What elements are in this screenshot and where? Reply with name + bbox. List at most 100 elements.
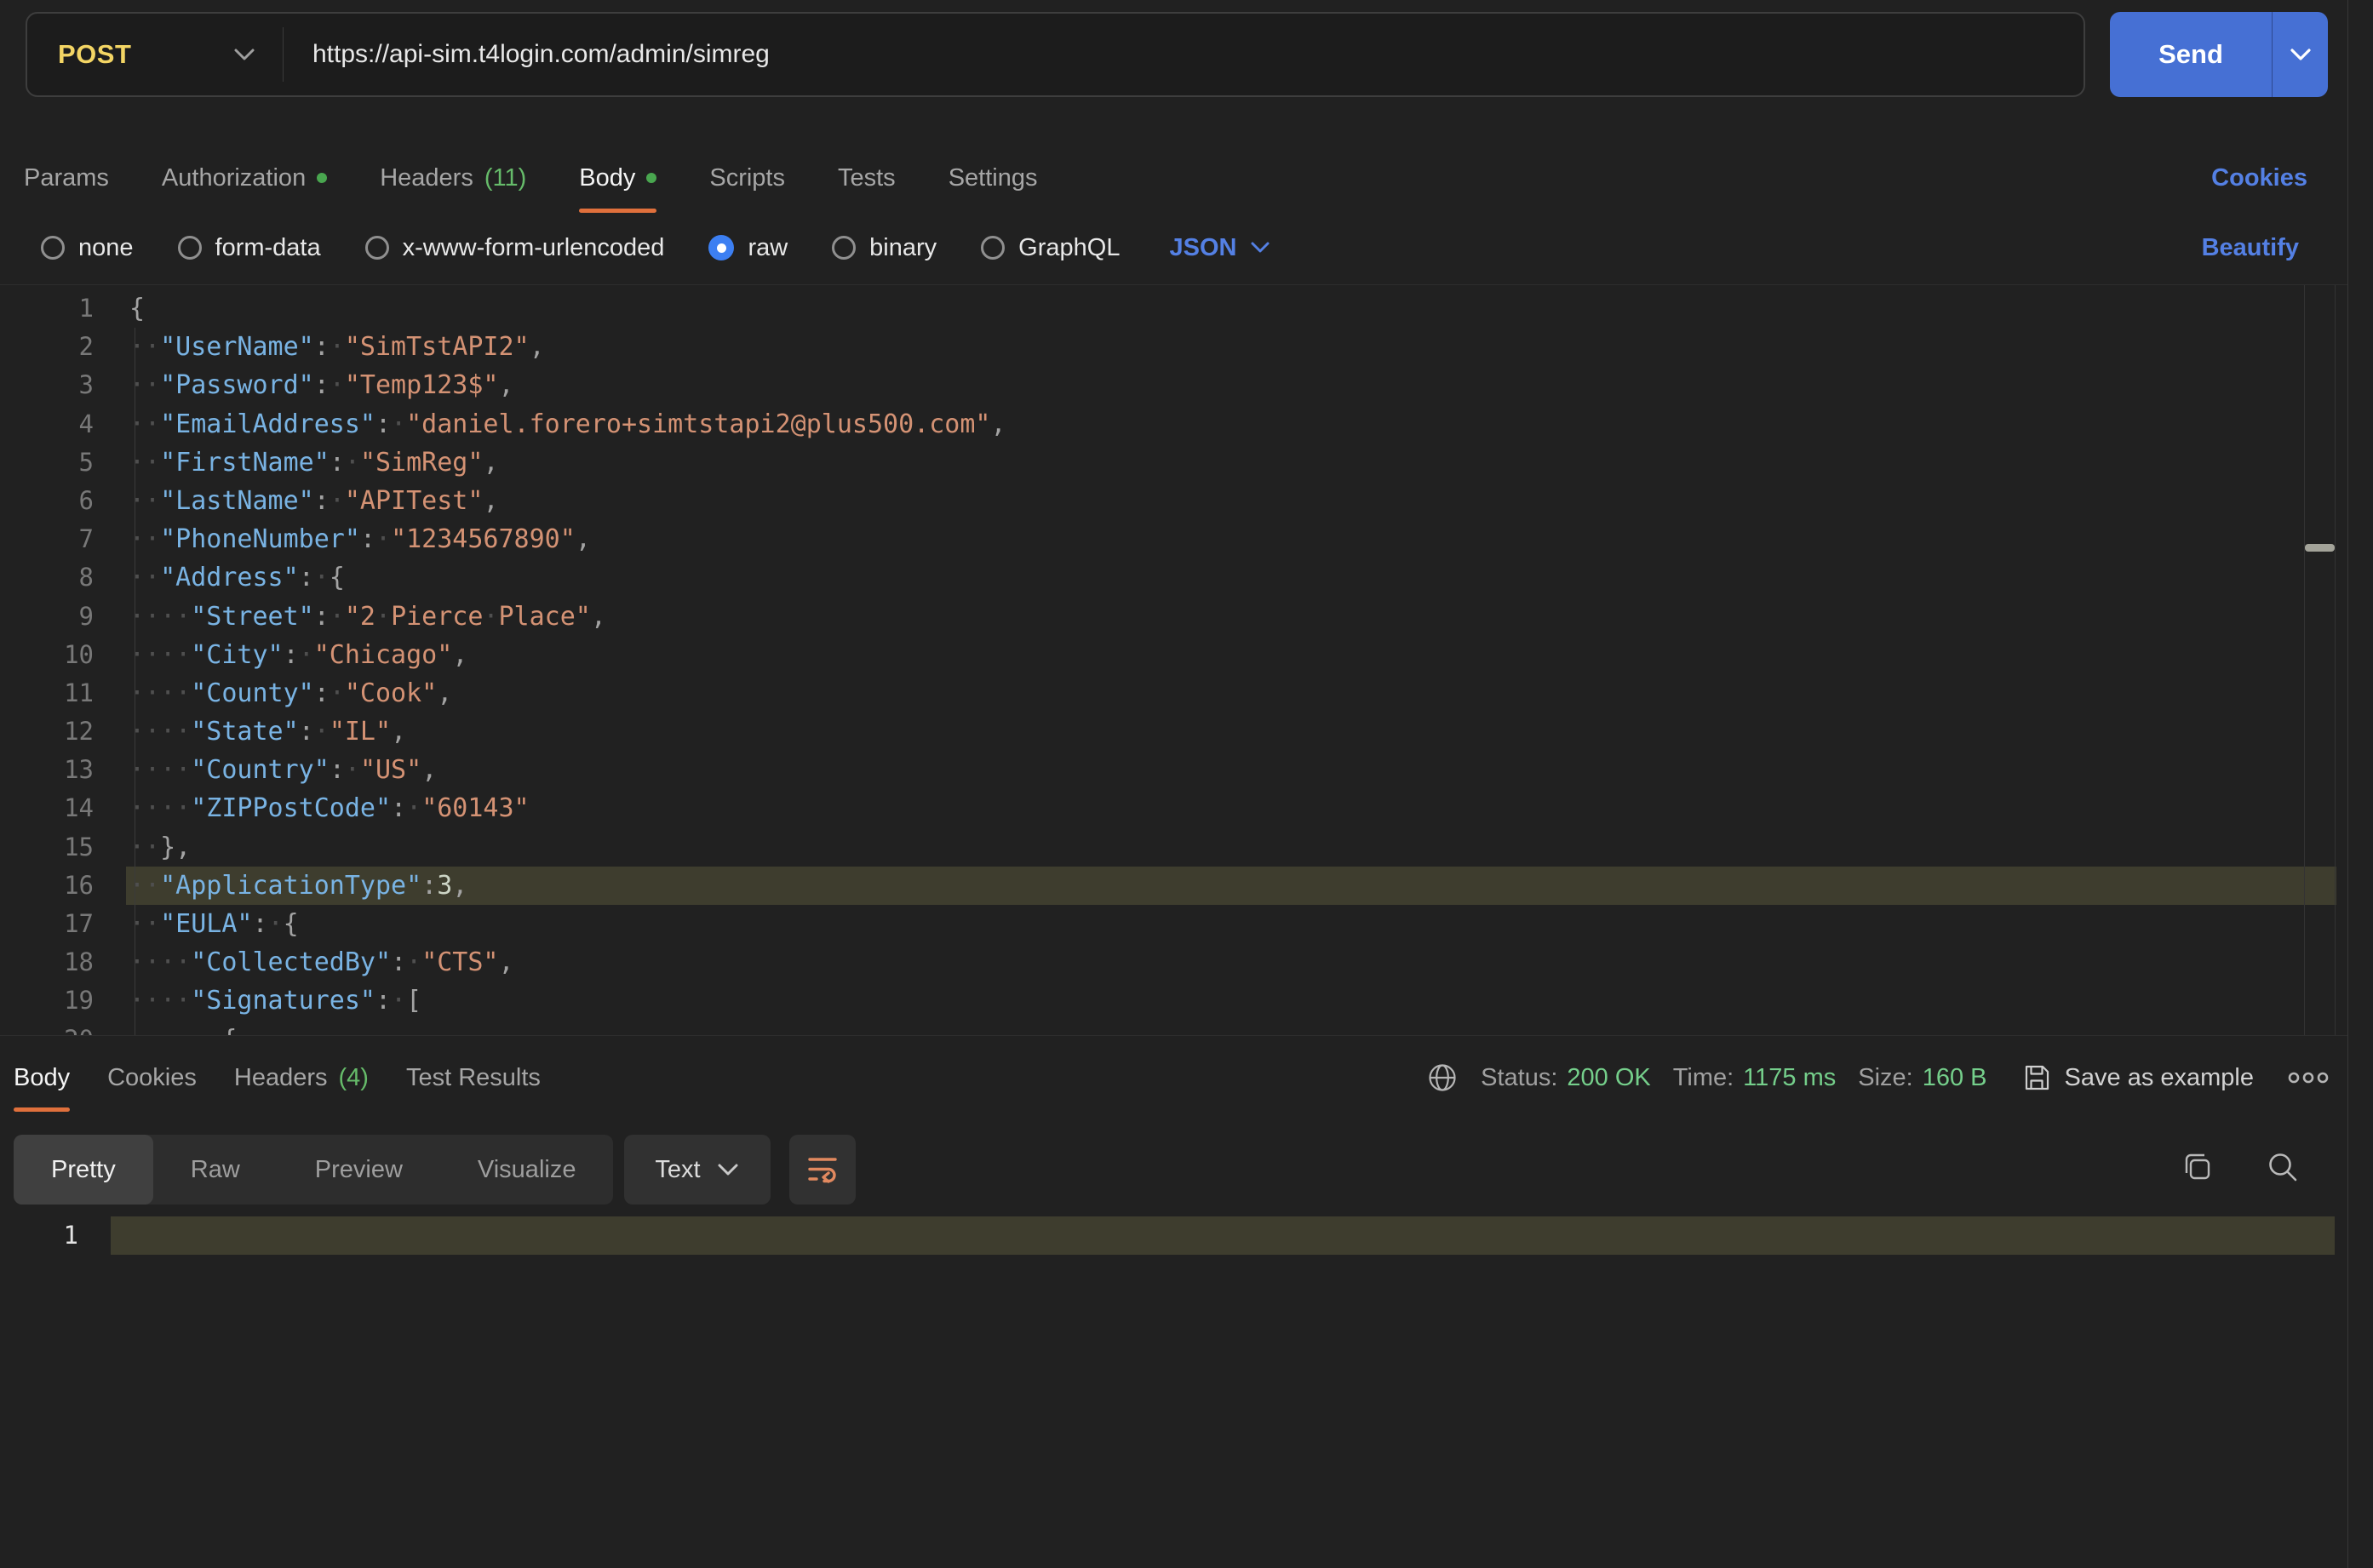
code-line-19: 19····"Signatures":·[: [0, 981, 2336, 1020]
tab-tests[interactable]: Tests: [838, 143, 896, 213]
response-tab-headers[interactable]: Headers(4): [234, 1044, 369, 1112]
radio-icon: [832, 236, 856, 260]
body-type-binary[interactable]: binary: [832, 234, 937, 262]
send-label[interactable]: Send: [2110, 12, 2272, 97]
code-line-13: 13····"Country":·"US",: [0, 751, 2336, 789]
beautify-link-label: Beautify: [2202, 234, 2299, 262]
url-input[interactable]: https://api-sim.t4login.com/admin/simreg: [312, 40, 770, 69]
send-options-button[interactable]: [2272, 12, 2328, 97]
code-token: ·: [406, 947, 421, 977]
line-number: 9: [0, 598, 94, 636]
chevron-down-icon: [232, 47, 257, 62]
editor-scrollbar-thumb[interactable]: [2305, 544, 2335, 552]
line-number: 1: [0, 1216, 78, 1255]
line-number: 12: [0, 712, 94, 751]
code-text: ··"FirstName":·"SimReg",: [129, 444, 499, 482]
code-line-18: 18····"CollectedBy":·"CTS",: [0, 943, 2336, 981]
code-token: ····: [129, 678, 191, 708]
response-tab-body[interactable]: Body: [14, 1044, 70, 1112]
code-text: ····"Country":·"US",: [129, 751, 437, 789]
chevron-down-icon: [2289, 48, 2313, 62]
cookies-link[interactable]: Cookies: [2211, 143, 2307, 213]
body-type-raw[interactable]: raw: [708, 234, 788, 262]
code-token: ,: [499, 947, 514, 977]
body-type-x-www-form-urlencoded[interactable]: x-www-form-urlencoded: [365, 234, 665, 262]
method-selector[interactable]: POST: [27, 14, 283, 95]
save-as-example-button[interactable]: Save as example: [2021, 1062, 2254, 1093]
tab-body[interactable]: Body: [579, 143, 656, 213]
tab-label: Params: [24, 164, 109, 192]
code-token: "State": [191, 717, 298, 747]
code-line-6: 6··"LastName":·"APITest",: [0, 482, 2336, 520]
code-line-1: 1{: [0, 289, 2336, 328]
view-pretty[interactable]: Pretty: [14, 1135, 153, 1205]
response-tabs: Body Cookies Headers(4) Test Results: [14, 1044, 541, 1112]
wrap-lines-button[interactable]: [789, 1135, 856, 1205]
copy-response-button[interactable]: [2180, 1149, 2215, 1185]
code-token: ·: [268, 909, 284, 939]
code-token: "County": [191, 678, 314, 708]
size-indicator[interactable]: Size: 160 B: [1858, 1064, 1986, 1092]
radio-label: binary: [869, 234, 937, 262]
request-body-editor[interactable]: 1{2··"UserName":·"SimTstAPI2",3··"Passwo…: [0, 285, 2336, 1035]
body-type-none[interactable]: none: [41, 234, 134, 262]
code-token: 3: [437, 871, 452, 901]
send-button[interactable]: Send: [2110, 12, 2328, 97]
code-token: ····: [129, 947, 191, 977]
code-token: ·: [345, 448, 360, 478]
code-line-12: 12 ····"State":·"IL",: [0, 712, 2336, 751]
code-token: ,: [483, 448, 498, 478]
view-preview[interactable]: Preview: [278, 1135, 440, 1205]
response-body-editor[interactable]: 1: [0, 1212, 2335, 1568]
radio-label: none: [78, 234, 134, 262]
code-token: ·: [330, 678, 345, 708]
raw-format-label: JSON: [1169, 234, 1236, 262]
line-number: 17: [0, 905, 94, 943]
tab-headers[interactable]: Headers(11): [380, 143, 526, 213]
green-dot-icon: [646, 173, 656, 183]
tab-scripts[interactable]: Scripts: [709, 143, 785, 213]
tab-authorization[interactable]: Authorization: [162, 143, 327, 213]
status-indicator[interactable]: Status: 200 OK: [1481, 1064, 1651, 1092]
response-tab-cookies[interactable]: Cookies: [107, 1044, 197, 1112]
line-number: 18: [0, 943, 94, 981]
code-token: ·: [330, 332, 345, 362]
view-raw[interactable]: Raw: [153, 1135, 278, 1205]
code-token: :: [421, 871, 437, 901]
code-text: ····"State":·"IL",: [129, 712, 406, 751]
code-token: ,: [452, 640, 467, 670]
tab-params[interactable]: Params: [24, 143, 109, 213]
code-token: "PhoneNumber": [160, 524, 360, 554]
code-text: ····"ZIPPostCode":·"60143": [129, 789, 530, 827]
code-text: ··"EmailAddress":·"daniel.forero+simtsta…: [129, 405, 1006, 444]
code-token: :: [253, 909, 268, 939]
code-token: "SimReg": [360, 448, 484, 478]
beautify-link[interactable]: Beautify: [2202, 213, 2299, 283]
tab-settings[interactable]: Settings: [949, 143, 1038, 213]
globe-icon[interactable]: [1426, 1062, 1459, 1094]
code-text: ··"LastName":·"APITest",: [129, 482, 499, 520]
body-type-graphql[interactable]: GraphQL: [981, 234, 1120, 262]
code-token: "Password": [160, 370, 314, 400]
request-tabs: Params Authorization Headers(11) Body Script…: [24, 143, 1037, 213]
line-number: 19: [0, 981, 94, 1020]
line-number: 1: [0, 289, 94, 328]
code-token: ,: [499, 370, 514, 400]
code-line-5: 5··"FirstName":·"SimReg",: [0, 444, 2336, 482]
tab-count-badge: (11): [484, 164, 526, 192]
code-token: :: [299, 717, 314, 747]
time-indicator[interactable]: Time: 1175 ms: [1673, 1064, 1837, 1092]
view-visualize[interactable]: Visualize: [440, 1135, 614, 1205]
code-token: ,: [437, 678, 452, 708]
response-tab-test-results[interactable]: Test Results: [406, 1044, 541, 1112]
body-type-form-data[interactable]: form-data: [178, 234, 321, 262]
response-format-selector[interactable]: Text: [624, 1135, 771, 1205]
more-options-button[interactable]: [2286, 1069, 2330, 1086]
search-response-button[interactable]: [2265, 1149, 2301, 1185]
tab-label: Test Results: [406, 1064, 541, 1092]
postman-dark-workspace: { "colors": { "method_yellow": "#f3d564"…: [0, 0, 2373, 1568]
code-line-8: 8··"Address":·{: [0, 558, 2336, 597]
copy-icon: [2180, 1149, 2215, 1185]
window-scrollbar-gutter: [2347, 0, 2348, 1568]
raw-format-selector[interactable]: JSON: [1169, 234, 1271, 262]
